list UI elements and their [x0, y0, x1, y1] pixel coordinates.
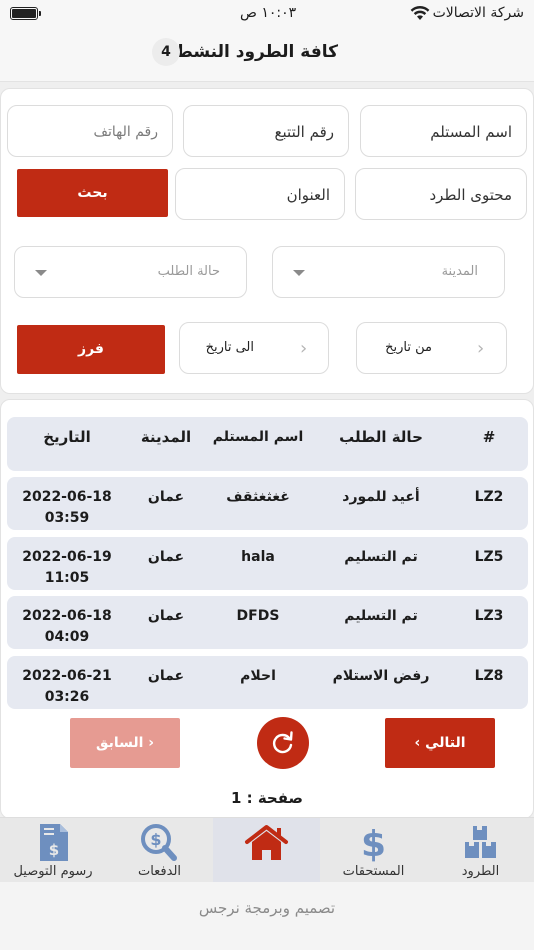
city-select-label: المدينة: [441, 264, 478, 279]
bottom-tab-bar: الطرود $ المستحقات $ الدفعات $ رسوم التو…: [0, 817, 534, 883]
sort-button[interactable]: فرز: [17, 325, 165, 374]
parcel-id: LZ8: [474, 668, 504, 684]
tab-home[interactable]: [213, 818, 320, 883]
search-dollar-icon: $: [141, 824, 177, 861]
parcel-date: 2022-06-18 03:59: [14, 487, 120, 529]
parcel-count-badge: 4: [152, 38, 180, 66]
chevron-left-icon: ‹: [477, 338, 485, 359]
tab-delivery-fees[interactable]: $ رسوم التوصيل: [0, 818, 106, 883]
parcel-id: LZ3: [474, 608, 504, 624]
table-row[interactable]: LZ3 تم التسليم DFDS عمان 2022-06-18 04:09: [7, 596, 528, 649]
svg-text:$: $: [361, 824, 386, 862]
chevron-left-icon: ‹: [414, 735, 426, 751]
previous-page-button[interactable]: السابق ›: [70, 718, 180, 768]
to-date-picker[interactable]: الى تاريخ ‹: [179, 322, 329, 374]
parcel-content-input[interactable]: محتوى الطرد: [355, 168, 527, 220]
credit-text: تصميم وبرمجة نرجس: [198, 899, 336, 917]
parcel-date-day: 2022-06-21: [22, 668, 112, 684]
recipient-name: غغثغثقف: [226, 489, 290, 505]
parcel-city: عمان: [147, 549, 185, 565]
from-date-label: من تاريخ: [385, 340, 432, 355]
parcel-date-day: 2022-06-18: [22, 489, 112, 505]
tab-dues[interactable]: $ المستحقات: [320, 818, 427, 883]
parcel-status: تم التسليم: [344, 549, 418, 565]
battery-icon: [10, 7, 41, 20]
parcel-id: LZ2: [474, 489, 504, 505]
order-status-select-label: حالة الطلب: [157, 264, 220, 279]
parcel-date-day: 2022-06-18: [22, 608, 112, 624]
tab-parcels[interactable]: الطرود: [427, 818, 534, 883]
tab-payments-label: الدفعات: [137, 864, 182, 879]
next-page-button[interactable]: ‹ التالي: [385, 718, 495, 768]
carrier-name: شركة الاتصالات: [432, 5, 524, 21]
page-header: كافة الطرود النشطة 4: [0, 30, 534, 82]
table-header-row: # حالة الطلب اسم المستلم المدينة التاريخ: [7, 417, 528, 471]
column-header-city: المدينة: [140, 428, 192, 446]
svg-text:$: $: [150, 830, 161, 849]
tab-dues-label: المستحقات: [342, 864, 405, 879]
status-bar: شركة الاتصالات ١٠:٠٣ ص: [0, 0, 534, 30]
table-row[interactable]: LZ8 رفض الاستلام احلام عمان 2022-06-21 03…: [7, 656, 528, 709]
city-select[interactable]: المدينة: [272, 246, 505, 298]
footer: تصميم وبرمجة نرجس: [0, 882, 534, 950]
chevron-down-icon: [293, 270, 305, 276]
page-indicator: صفحة : 1: [230, 789, 304, 807]
chevron-right-icon: ›: [148, 735, 155, 751]
boxes-icon: [465, 826, 496, 858]
parcel-date-time: 03:26: [44, 689, 90, 705]
refresh-button[interactable]: [257, 717, 309, 769]
table-row[interactable]: LZ5 تم التسليم hala عمان 2022-06-19 11:05: [7, 537, 528, 590]
recipient-name: DFDS: [236, 608, 280, 624]
parcel-status: تم التسليم: [344, 608, 418, 624]
tab-payments[interactable]: $ الدفعات: [106, 818, 213, 883]
previous-page-label: السابق: [95, 735, 144, 751]
address-input[interactable]: العنوان: [175, 168, 345, 220]
dollar-icon: $: [361, 824, 386, 862]
svg-text:$: $: [49, 841, 59, 859]
recipient-name: hala: [241, 549, 275, 565]
filter-card: اسم المستلم رقم التتبع رقم الهاتف محتوى …: [0, 88, 534, 394]
parcel-date-time: 11:05: [44, 570, 90, 586]
parcel-date: 2022-06-19 11:05: [14, 547, 120, 589]
home-icon: [245, 825, 288, 860]
chevron-down-icon: [35, 270, 47, 276]
chevron-left-icon: ‹: [300, 338, 308, 359]
column-header-status: حالة الطلب: [339, 428, 423, 446]
parcel-city: عمان: [147, 668, 185, 684]
parcel-date-time: 03:59: [44, 510, 90, 526]
table-row[interactable]: LZ2 أعيد للمورد غغثغثقف عمان 2022-06-18 0…: [7, 477, 528, 530]
clock: ١٠:٠٣ ص: [240, 5, 297, 21]
wifi-icon: [410, 5, 430, 25]
parcel-city: عمان: [147, 608, 185, 624]
column-header-recipient: اسم المستلم: [212, 429, 304, 445]
recipient-name: احلام: [240, 668, 276, 684]
parcel-city: عمان: [147, 489, 185, 505]
parcel-id: LZ5: [474, 549, 504, 565]
from-date-picker[interactable]: من تاريخ ‹: [356, 322, 507, 374]
phone-input[interactable]: رقم الهاتف: [7, 105, 173, 157]
tracking-number-input[interactable]: رقم التتبع: [183, 105, 349, 157]
parcel-status: أعيد للمورد: [342, 489, 420, 505]
parcel-date-day: 2022-06-19: [22, 549, 112, 565]
to-date-label: الى تاريخ: [205, 340, 254, 355]
column-header-id: #: [482, 428, 496, 446]
invoice-icon: $: [40, 824, 68, 861]
refresh-icon: [272, 731, 293, 754]
parcel-date: 2022-06-18 04:09: [14, 606, 120, 648]
parcel-date-time: 04:09: [44, 629, 90, 645]
recipient-name-input[interactable]: اسم المستلم: [360, 105, 527, 157]
page-title: كافة الطرود النشطة: [166, 42, 338, 62]
parcel-status: رفض الاستلام: [332, 668, 430, 684]
order-status-select[interactable]: حالة الطلب: [14, 246, 247, 298]
column-header-date: التاريخ: [43, 428, 91, 446]
tab-parcels-label: الطرود: [461, 864, 500, 879]
tab-delivery-fees-label: رسوم التوصيل: [13, 864, 93, 879]
parcel-date: 2022-06-21 03:26: [14, 666, 120, 708]
next-page-label: التالي: [425, 735, 466, 751]
search-button[interactable]: بحث: [17, 169, 168, 217]
